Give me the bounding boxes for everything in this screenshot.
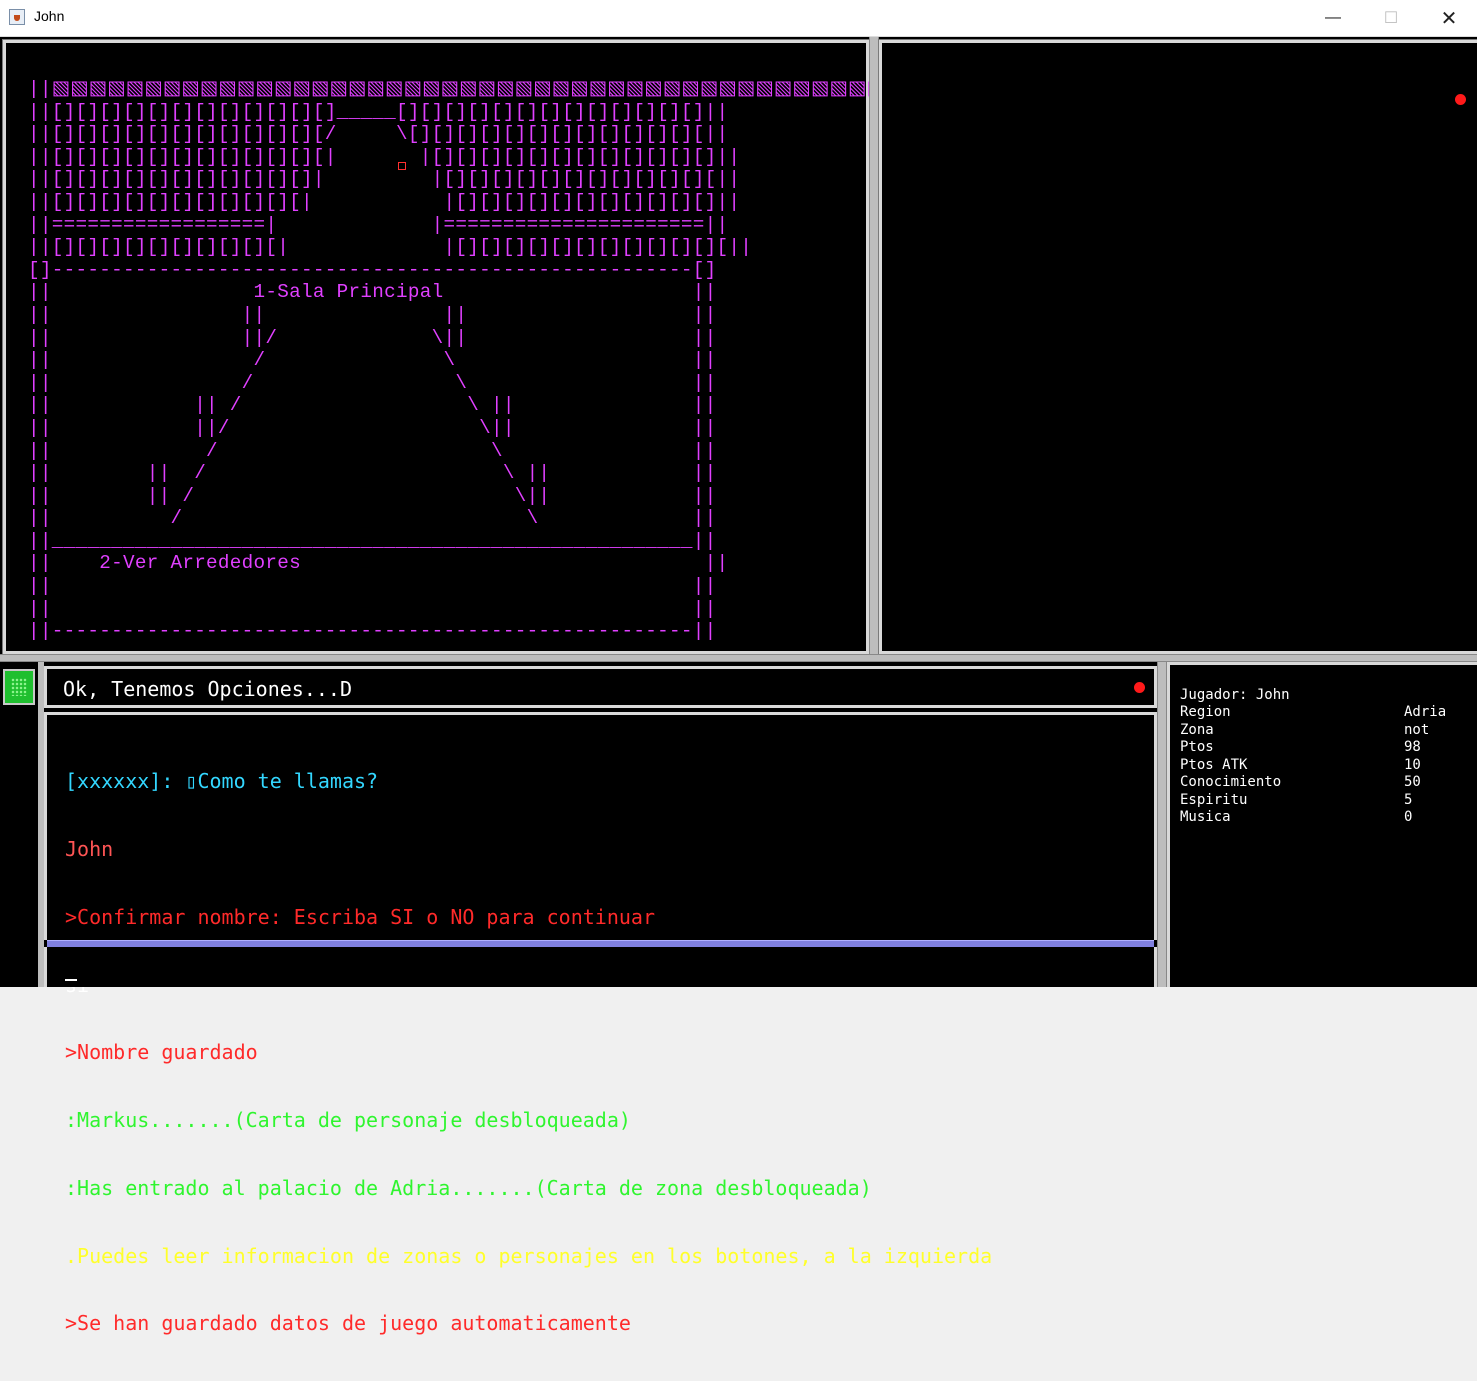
log-lines: [xxxxxx]: ▯Como te llamas? John >Confirm… (65, 725, 992, 1380)
stat-label: Region (1180, 704, 1231, 720)
log-line: John (65, 836, 114, 861)
stat-value: 0 (1404, 809, 1413, 825)
log-line: :Markus.......(Carta de personaje desblo… (65, 1108, 631, 1133)
stat-value: 10 (1404, 756, 1421, 773)
stat-value: Adria (1404, 704, 1447, 720)
console-indicator-icon (1134, 682, 1145, 693)
vertical-splitter[interactable] (869, 37, 879, 659)
player-stats-panel: Jugador: John Region Adria Zona not Ptos 98… (1167, 662, 1477, 987)
title-bar: John — ☐ ✕ (0, 0, 1477, 37)
stat-row-region: Region Adria (1180, 704, 1446, 720)
player-name: Jugador: John (1180, 687, 1290, 703)
horizontal-splitter[interactable] (0, 654, 1477, 662)
console-header-text: Ok, Tenemos Opciones...D (63, 677, 352, 701)
grid-icon (11, 678, 27, 696)
console-log: [xxxxxx]: ▯Como te llamas? John >Confirm… (44, 712, 1157, 1335)
log-line: :Has entrado al palacio de Adria.......(… (65, 1175, 872, 1200)
stat-label: Musica (1180, 809, 1231, 825)
side-panel-indicator-icon (1455, 94, 1466, 105)
player-position-marker (398, 162, 406, 170)
minimize-button[interactable]: — (1310, 0, 1356, 36)
console-header: Ok, Tenemos Opciones...D (44, 666, 1157, 708)
stat-row-conocimiento: Conocimiento 50 (1180, 774, 1421, 790)
stat-row-musica: Musica 0 (1180, 809, 1412, 825)
console-divider (47, 940, 1154, 947)
stat-label: Ptos (1180, 739, 1214, 755)
stat-label: Ptos ATK (1180, 756, 1248, 773)
stat-value: not (1404, 721, 1430, 738)
maximize-button[interactable]: ☐ (1368, 0, 1414, 36)
stat-row-espiritu: Espiritu 5 (1180, 792, 1412, 808)
log-line: [xxxxxx]: ▯Como te llamas? (65, 769, 379, 794)
map-panel: ||▧▧▧▧▧▧▧▧▧▧▧▧▧▧▧▧▧▧▧▧▧▧▧▧▧▧▧▧▧▧▧▧▧▧▧▧▧▧… (2, 39, 1181, 655)
log-line: >Se han guardado datos de juego automati… (65, 1311, 631, 1336)
stat-label: Conocimiento (1180, 774, 1282, 790)
stat-row-ptos-atk: Ptos ATK 10 (1180, 757, 1421, 773)
stat-row-zona: Zona not (1180, 722, 1429, 738)
game-window-body: ||▧▧▧▧▧▧▧▧▧▧▧▧▧▧▧▧▧▧▧▧▧▧▧▧▧▧▧▧▧▧▧▧▧▧▧▧▧▧… (0, 37, 1477, 1335)
text-caret (65, 979, 77, 981)
left-button-strip (0, 662, 38, 987)
log-line: >Confirmar nombre: Escriba SI o NO para … (65, 904, 656, 929)
info-card-button[interactable] (3, 669, 35, 705)
log-line: >Nombre guardado (65, 1040, 258, 1065)
side-panel (878, 39, 1477, 655)
close-button[interactable]: ✕ (1426, 0, 1472, 36)
stat-value: 5 (1404, 791, 1413, 808)
java-app-icon (9, 9, 25, 25)
stats-splitter[interactable] (1157, 662, 1167, 987)
stat-value: 98 (1404, 739, 1421, 755)
stat-row-ptos: Ptos 98 (1180, 739, 1421, 755)
command-input[interactable] (44, 947, 1157, 987)
log-line: .Puedes leer informacion de zonas o pers… (65, 1243, 993, 1268)
stat-label: Espiritu (1180, 791, 1248, 808)
window-title: John (34, 8, 65, 24)
stat-value: 50 (1404, 774, 1421, 790)
stat-label: Zona (1180, 721, 1214, 738)
